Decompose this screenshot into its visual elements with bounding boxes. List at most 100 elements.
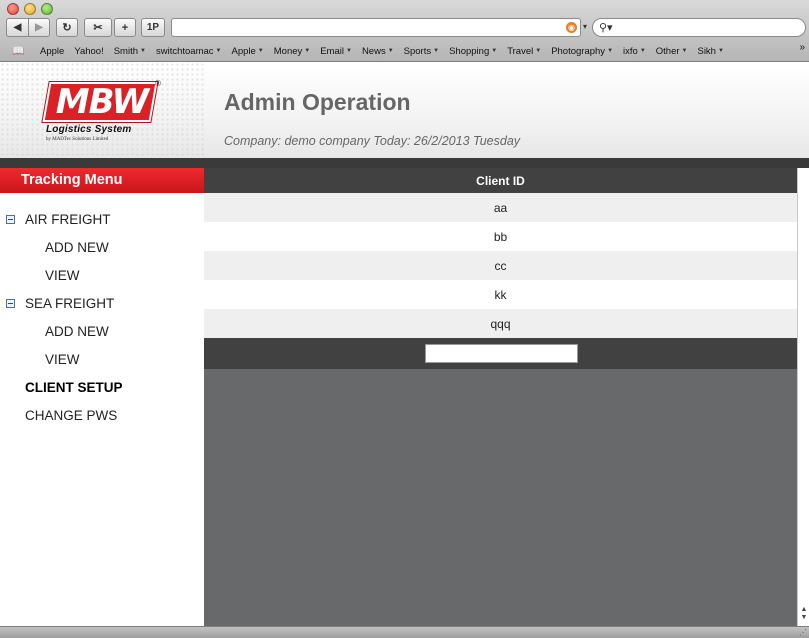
bookmark-item[interactable]: Email ▼ [320,46,352,57]
table-row[interactable]: aa [204,193,797,222]
browser-chrome: ◀ ▶ ↻ ✂ + 1P ◉ ▾ ⚲▾ 📖 Apple Yahoo! Smith ▼ s… [0,0,809,62]
sidebar-item-label: CLIENT SETUP [25,379,123,395]
bookmarks-overflow-icon[interactable]: » [799,42,805,53]
chevron-down-icon: ▼ [304,48,311,54]
logo-mark: MBW [55,82,149,122]
main-content: Client ID aa bb cc kk qqq [204,168,797,626]
tracking-menu-title: Tracking Menu [0,168,204,193]
sidebar-item[interactable]: ADD NEW [0,317,204,345]
bookmark-item[interactable]: Yahoo! [74,46,103,57]
tracking-menu-list: AIR FREIGHT ADD NEW VIEW SEA FREIGHT ADD NEW… [0,193,204,429]
scroll-arrows-icon[interactable]: ▲ ▼ [799,606,809,622]
logo-byline: by MADTec Solutions Limited [46,137,109,142]
chevron-down-icon: ▼ [535,48,542,54]
chevron-down-icon: ▼ [433,48,440,54]
table-row[interactable]: qqq [204,309,797,338]
reload-icon[interactable]: ↻ [56,18,78,37]
sidebar-item-label: ADD NEW [45,239,109,255]
table-row[interactable]: kk [204,280,797,309]
webclip-icon[interactable]: ✂ [84,18,112,37]
chevron-down-icon: ▼ [639,48,646,54]
client-id-column-header: Client ID [204,168,797,193]
client-table-body: aa bb cc kk qqq [204,193,797,338]
bookmark-label: Yahoo! [74,45,104,57]
bookmark-item[interactable]: News ▼ [362,46,394,57]
zoom-window-button[interactable] [41,3,53,15]
table-row[interactable]: cc [204,251,797,280]
chevron-down-icon: ▼ [717,48,724,54]
chevron-down-icon: ▼ [257,48,264,54]
bookmark-label: Apple [231,45,256,57]
sidebar-item[interactable]: VIEW [0,261,204,289]
sidebar-item-label: ADD NEW [45,323,109,339]
sidebar-item[interactable]: CHANGE PWS [0,401,204,429]
bookmark-item[interactable]: Shopping ▼ [449,46,497,57]
add-bookmark-icon[interactable]: + [114,18,136,37]
page-title: Admin Operation [224,89,411,115]
chevron-down-icon: ▼ [140,48,146,54]
bookmark-item[interactable]: Travel ▼ [507,46,541,57]
back-forward-group: ◀ ▶ [6,18,50,37]
sidebar-item[interactable]: VIEW [0,345,204,373]
vertical-scrollbar[interactable]: ▲ ▼ [797,168,809,626]
collapse-minus-icon[interactable] [6,298,15,308]
bookmark-item[interactable]: Sports ▼ [404,46,439,57]
bookmark-label: Photography [551,45,606,57]
back-arrow-icon[interactable]: ◀ [7,19,28,36]
address-bar[interactable]: ◉ [171,18,581,37]
bookmark-label: News [361,45,386,57]
bookmark-item[interactable]: Photography ▼ [551,46,613,57]
sidebar-item-label: CHANGE PWS [25,407,118,423]
sidebar-item-label: VIEW [45,351,80,367]
browser-toolbar: ◀ ▶ ↻ ✂ + 1P ◉ ▾ ⚲▾ [6,18,806,38]
bookmark-item[interactable]: Apple ▼ [231,46,263,57]
close-window-button[interactable] [7,3,19,15]
bookmark-item[interactable]: switchtoamac ▼ [156,46,222,57]
forward-arrow-icon[interactable]: ▶ [27,19,49,36]
bookmark-item[interactable]: Money ▼ [274,46,310,57]
chevron-down-icon: ▼ [491,48,498,54]
bookmark-label: Email [320,45,344,57]
chevron-down-icon: ▼ [607,48,614,54]
tracking-sidebar: Tracking Menu AIR FREIGHT ADD NEW VIEW SEA … [0,168,204,626]
chevron-down-icon: ▼ [215,48,222,54]
bookmark-label: Sports [403,45,432,57]
sidebar-item[interactable]: AIR FREIGHT [0,205,204,233]
rss-icon[interactable]: ◉ [566,22,577,33]
table-row[interactable]: bb [204,222,797,251]
bookmarks-book-icon[interactable]: 📖 [12,46,26,57]
bookmark-item[interactable]: Apple [40,46,64,57]
chevron-down-icon: ▼ [345,48,352,54]
bookmark-label: Other [655,45,680,57]
onepassword-button[interactable]: 1P [141,18,165,37]
sidebar-item-label: VIEW [45,267,80,283]
sidebar-item-label: SEA FREIGHT [25,295,115,311]
search-field[interactable]: ⚲▾ [592,18,806,37]
bookmark-label: Sikh [697,45,716,57]
new-client-id-input[interactable] [425,344,578,363]
client-table-footer [204,338,797,369]
bookmark-item[interactable]: ixfo ▼ [623,46,646,57]
bookmark-label: Shopping [449,45,490,57]
chevron-down-icon: ▼ [681,48,688,54]
sidebar-item[interactable]: SEA FREIGHT [0,289,204,317]
sidebar-item[interactable]: ADD NEW [0,233,204,261]
page-header: MBW ® Logistics System by MADTec Solutio… [0,62,809,158]
bookmark-item[interactable]: Sikh ▼ [697,46,723,57]
bookmarks-bar: 📖 Apple Yahoo! Smith ▼ switchtoamac ▼ Apple ▼ Mo… [0,42,809,60]
logo-subtitle: Logistics System [46,124,132,135]
sidebar-item[interactable]: CLIENT SETUP [0,373,204,401]
bookmark-label: Apple [40,45,65,57]
bookmark-item[interactable]: Other ▼ [656,46,688,57]
collapse-minus-icon[interactable] [6,214,15,224]
search-icon[interactable]: ⚲▾ [599,21,613,34]
header-divider [0,158,809,168]
bookmark-item[interactable]: Smith ▼ [114,46,146,57]
status-bar: ⋰ [0,626,809,638]
resize-grip-icon[interactable]: ⋰ [799,628,807,637]
minimize-window-button[interactable] [24,3,36,15]
url-dropdown-icon[interactable]: ▾ [583,22,587,31]
window-controls [7,3,53,15]
bookmark-label: Smith [113,45,139,57]
sidebar-item-label: AIR FREIGHT [25,211,111,227]
